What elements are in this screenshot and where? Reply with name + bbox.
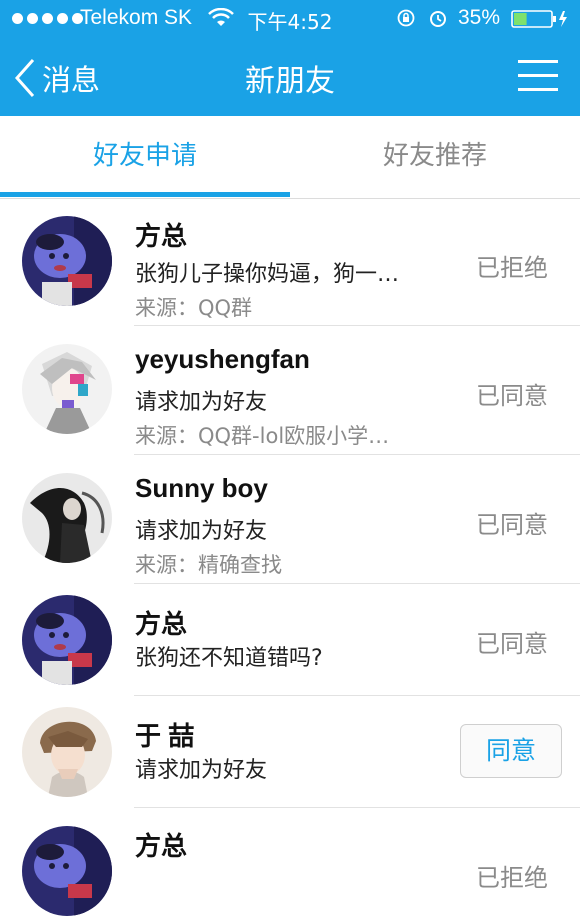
status-accepted: 已同意 xyxy=(476,382,548,410)
avatar[interactable] xyxy=(22,595,112,685)
avatar[interactable] xyxy=(22,344,112,434)
tab-bar: 好友申请 好友推荐 xyxy=(0,116,580,199)
request-source: 来源：QQ群 xyxy=(135,296,253,320)
list-item[interactable]: 方总 已拒绝 xyxy=(0,808,580,916)
anime-boy-avatar-icon xyxy=(22,707,112,797)
anime-sketch-avatar-icon xyxy=(22,344,112,434)
crayon-shin-chan-avatar-icon xyxy=(22,826,112,916)
list-item[interactable]: 方总 张狗还不知道错吗? 已同意 xyxy=(0,584,580,696)
crayon-shin-chan-avatar-icon xyxy=(22,595,112,685)
request-message: 请求加为好友 xyxy=(135,519,268,544)
alarm-icon xyxy=(430,11,446,27)
request-source: 来源：QQ群-lol欧服小学… xyxy=(135,424,390,448)
request-source: 来源：精确查找 xyxy=(135,553,282,577)
battery-icon xyxy=(511,10,567,28)
requester-name: Sunny boy xyxy=(135,473,268,503)
status-rejected: 已拒绝 xyxy=(476,254,548,282)
request-message: 张狗还不知道错吗? xyxy=(135,646,323,671)
list-item[interactable]: 方总 张狗儿子操你妈逼，狗一… 来源：QQ群 已拒绝 xyxy=(0,198,580,326)
active-tab-indicator xyxy=(0,192,290,197)
accept-button[interactable]: 同意 xyxy=(460,724,562,778)
status-accepted: 已同意 xyxy=(476,630,548,658)
top-bar: Telekom SK 下午4:52 35% 消息 新朋友 xyxy=(0,0,580,116)
menu-icon[interactable] xyxy=(518,58,558,94)
page-title: 新朋友 xyxy=(245,64,335,99)
requester-name: yeyushengfan xyxy=(135,344,310,374)
tab-friend-requests[interactable]: 好友申请 xyxy=(0,116,290,196)
avatar[interactable] xyxy=(22,707,112,797)
requester-name: 于 喆 xyxy=(135,721,195,751)
battery-percent: 35% xyxy=(458,6,501,29)
ink-figure-avatar-icon xyxy=(22,473,112,563)
list-item[interactable]: yeyushengfan 请求加为好友 来源：QQ群-lol欧服小学… 已同意 xyxy=(0,326,580,455)
request-message: 张狗儿子操你妈逼，狗一… xyxy=(135,262,400,287)
tab-friend-recommendations[interactable]: 好友推荐 xyxy=(290,116,580,196)
friend-request-list: 方总 张狗儿子操你妈逼，狗一… 来源：QQ群 已拒绝 yeyushengfan … xyxy=(0,198,580,916)
requester-name: 方总 xyxy=(135,221,188,251)
status-bar: Telekom SK 下午4:52 35% xyxy=(0,0,580,38)
nav-bar: 消息 新朋友 xyxy=(0,38,580,116)
status-rejected: 已拒绝 xyxy=(476,864,548,892)
avatar[interactable] xyxy=(22,826,112,916)
avatar[interactable] xyxy=(22,216,112,306)
requester-name: 方总 xyxy=(135,831,188,861)
crayon-shin-chan-avatar-icon xyxy=(22,216,112,306)
avatar[interactable] xyxy=(22,473,112,563)
request-message: 请求加为好友 xyxy=(135,758,268,783)
request-message: 请求加为好友 xyxy=(135,390,268,415)
list-item[interactable]: 于 喆 请求加为好友 同意 xyxy=(0,696,580,808)
requester-name: 方总 xyxy=(135,609,188,639)
status-accepted: 已同意 xyxy=(476,511,548,539)
list-item[interactable]: Sunny boy 请求加为好友 来源：精确查找 已同意 xyxy=(0,455,580,584)
rotation-lock-icon xyxy=(397,9,415,27)
